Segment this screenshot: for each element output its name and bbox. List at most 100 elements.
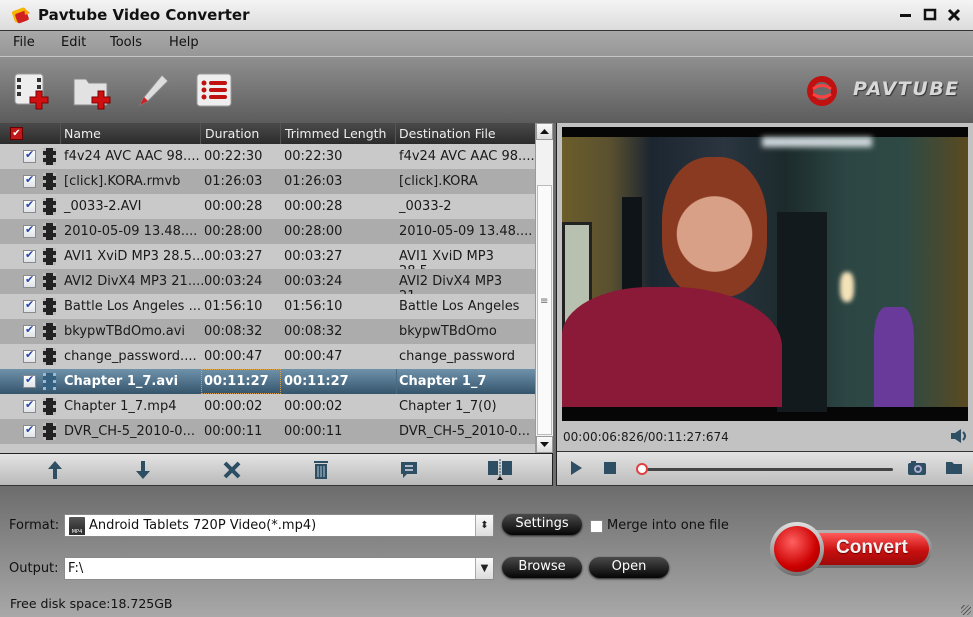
file-row[interactable]: f4v24 AVC AAC 98.... 00:22:30 00:22:30 f4v2…: [0, 144, 535, 169]
bottom-panel: Format: MP4 Android Tablets 720P Video(*…: [0, 487, 973, 617]
header-separator: [395, 123, 396, 144]
file-duration: 00:11:27: [204, 374, 269, 389]
seek-bar[interactable]: [639, 468, 893, 471]
file-row[interactable]: AVI2 DivX4 MP3 21....00:03:2400:03:24AVI…: [0, 269, 535, 304]
mp4-format-icon: MP4: [69, 517, 85, 535]
format-label: Format:: [9, 518, 60, 533]
open-folder-icon[interactable]: [945, 460, 963, 475]
output-path-input[interactable]: F:\ ▼: [64, 557, 494, 580]
stop-icon[interactable]: [604, 462, 616, 474]
file-duration: 00:28:00: [204, 224, 263, 239]
film-icon: [43, 273, 56, 290]
file-duration: 00:00:28: [204, 199, 263, 214]
format-select[interactable]: MP4 Android Tablets 720P Video(*.mp4) ⬍: [64, 514, 494, 537]
timecode: 00:00:06:826/00:11:27:674: [563, 430, 729, 444]
film-icon: [43, 223, 56, 240]
title-bar: Pavtube Video Converter: [0, 0, 973, 31]
row-checkbox[interactable]: [23, 398, 36, 413]
row-checkbox[interactable]: [23, 198, 36, 213]
list-header: ✔ Name Duration Trimmed Length Destinati…: [0, 123, 535, 144]
select-all-checkbox[interactable]: ✔: [10, 127, 23, 140]
edit-button[interactable]: [134, 71, 174, 111]
header-trimmed-length[interactable]: Trimmed Length: [285, 126, 386, 141]
file-duration: 01:26:03: [204, 174, 263, 189]
list-tools-bar: [0, 453, 553, 486]
window-title: Pavtube Video Converter: [38, 6, 250, 24]
add-video-button[interactable]: [12, 71, 52, 111]
file-duration: 00:00:02: [204, 399, 263, 414]
file-trimmed-length: 00:28:00: [284, 224, 343, 239]
row-checkbox[interactable]: [23, 248, 36, 263]
remove-icon[interactable]: [220, 459, 244, 481]
row-checkbox[interactable]: [23, 273, 36, 288]
minimize-button[interactable]: [896, 6, 916, 24]
film-icon: [43, 248, 56, 265]
video-lamp: [840, 272, 854, 302]
task-list-button[interactable]: [194, 71, 234, 111]
file-rows: f4v24 AVC AAC 98.... 00:22:30 00:22:30 f4v2…: [0, 144, 535, 451]
row-checkbox[interactable]: [23, 423, 36, 438]
row-checkbox[interactable]: [23, 373, 36, 388]
move-down-icon[interactable]: [131, 459, 155, 481]
header-destination[interactable]: Destination File: [399, 126, 496, 141]
trash-icon[interactable]: [309, 459, 333, 481]
file-destination: f4v24 AVC AAC 98....: [399, 149, 535, 164]
menu-tools[interactable]: Tools: [110, 35, 142, 50]
row-checkbox[interactable]: [23, 323, 36, 338]
row-checkbox[interactable]: [23, 173, 36, 188]
menu-edit[interactable]: Edit: [61, 35, 86, 50]
format-spinner-icon[interactable]: ⬍: [475, 515, 493, 536]
close-button[interactable]: [944, 6, 964, 24]
maximize-button[interactable]: [920, 6, 940, 24]
add-folder-button[interactable]: [72, 71, 112, 111]
file-trimmed-length: 00:08:32: [284, 324, 343, 339]
play-icon[interactable]: [569, 460, 583, 476]
browse-button[interactable]: Browse: [502, 557, 582, 578]
seek-handle[interactable]: [635, 463, 648, 475]
file-trimmed-length: 01:26:03: [284, 174, 343, 189]
subtitle-icon[interactable]: [397, 459, 421, 481]
file-row[interactable]: 2010-05-09 13.48.... 00:28:00 00:28:00 2010…: [0, 219, 535, 244]
snapshot-camera-icon[interactable]: [907, 460, 927, 476]
file-row[interactable]: AVI1 XviD MP3 28.5...00:03:2700:03:27AVI…: [0, 244, 535, 279]
merge-checkbox[interactable]: [590, 520, 603, 533]
list-scrollbar[interactable]: ≡: [535, 123, 553, 453]
header-name[interactable]: Name: [64, 126, 101, 141]
row-checkbox[interactable]: [23, 223, 36, 238]
file-name: _0033-2.AVI: [64, 199, 142, 214]
header-separator: [280, 123, 281, 144]
row-checkbox[interactable]: [23, 298, 36, 313]
file-row[interactable]: Battle Los Angeles ...01:56:1001:56:10Ba…: [0, 294, 535, 329]
menu-file[interactable]: File: [13, 35, 35, 50]
file-row[interactable]: change_password.... 00:00:47 00:00:47 chang…: [0, 344, 535, 369]
file-row[interactable]: bkypwTBdOmo.avi 00:08:32 00:08:32 bkypwTBdO…: [0, 319, 535, 344]
file-duration: 00:00:47: [204, 349, 263, 364]
scroll-down-button[interactable]: [536, 436, 553, 453]
open-button[interactable]: Open: [589, 557, 669, 578]
file-destination: [click].KORA: [399, 174, 478, 189]
row-checkbox[interactable]: [23, 348, 36, 363]
header-duration[interactable]: Duration: [205, 126, 259, 141]
row-checkbox[interactable]: [23, 148, 36, 163]
output-dropdown-icon[interactable]: ▼: [475, 558, 493, 579]
file-row[interactable]: Chapter 1_7.avi 00:11:27 00:11:27 Chapter 1…: [0, 369, 535, 394]
resize-grip[interactable]: [961, 605, 971, 615]
split-icon[interactable]: [486, 459, 514, 481]
file-name: 2010-05-09 13.48....: [64, 224, 198, 239]
film-icon: [43, 173, 56, 190]
scroll-up-button[interactable]: [536, 123, 553, 140]
menu-help[interactable]: Help: [169, 35, 199, 50]
film-icon: [43, 423, 56, 440]
convert-button[interactable]: Convert: [770, 522, 932, 576]
file-trimmed-length: 00:00:11: [284, 424, 343, 439]
file-row[interactable]: [click].KORA.rmvb 01:26:03 01:26:03 [click]…: [0, 169, 535, 194]
scroll-thumb[interactable]: ≡: [537, 185, 552, 435]
settings-button[interactable]: Settings: [502, 514, 582, 535]
volume-icon[interactable]: [949, 428, 969, 444]
move-up-icon[interactable]: [43, 459, 67, 481]
file-row[interactable]: DVR_CH-5_2010-0... 00:00:11 00:00:11 DVR_CH…: [0, 419, 535, 444]
file-row[interactable]: _0033-2.AVI 00:00:28 00:00:28 _0033-2: [0, 194, 535, 219]
app-logo-icon: [11, 7, 30, 24]
brand-logo: PAVTUBE: [805, 72, 965, 108]
file-row[interactable]: Chapter 1_7.mp4 00:00:02 00:00:02 Chapter 1…: [0, 394, 535, 419]
